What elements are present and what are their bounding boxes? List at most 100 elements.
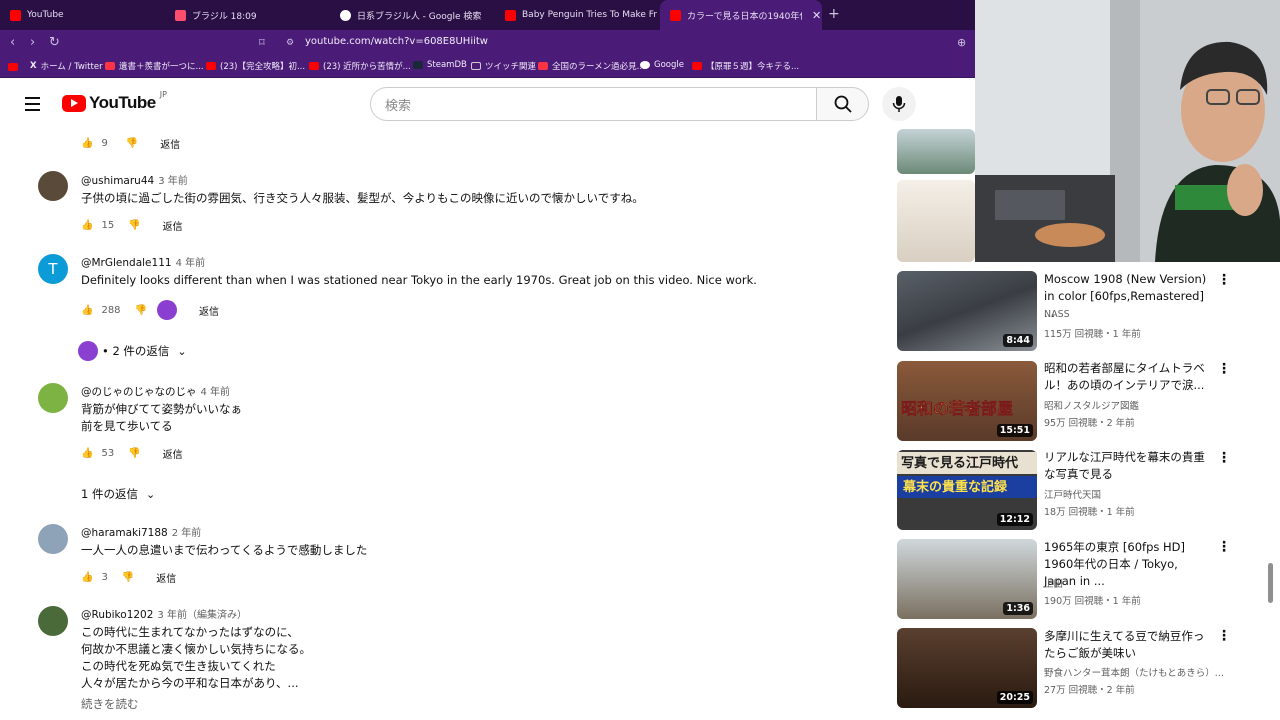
more-options-icon[interactable]: ⋮: [1217, 361, 1231, 377]
scrollbar[interactable]: [1268, 563, 1273, 603]
channel-name[interactable]: 昭和ノスタルジア図鑑: [1044, 398, 1139, 412]
channel-name[interactable]: 江戸時代天国: [1044, 487, 1101, 501]
comment-author[interactable]: @のじゃのじゃなのじゃ 4 年前: [81, 383, 230, 399]
more-options-icon[interactable]: ⋮: [1217, 272, 1231, 288]
dislike-icon[interactable]: 👎: [122, 572, 134, 583]
browser-tab-label: 日系ブラジル人 - Google 検索: [357, 11, 482, 22]
dislike-icon[interactable]: 👎: [135, 305, 147, 316]
bookmark-item[interactable]: 【原罪５週】今キテる...: [692, 60, 799, 72]
channel-name[interactable]: NASS: [1044, 309, 1070, 320]
browser-tab-label: YouTube: [27, 10, 64, 20]
comment-author[interactable]: @haramaki7188 2 年前: [81, 524, 201, 539]
video-title[interactable]: リアルな江戸時代を幕末の貴重な写真で見る: [1044, 449, 1212, 483]
browser-tab-active[interactable]: カラーで見る日本の1940年代 [60fp ✕: [660, 0, 822, 30]
search-button[interactable]: [816, 87, 869, 121]
reply-button[interactable]: 返信: [160, 136, 180, 151]
back-icon[interactable]: ‹: [10, 35, 15, 50]
avatar[interactable]: [38, 606, 68, 636]
video-meta: 27万 回視聴・2 年前: [1044, 685, 1135, 696]
like-icon[interactable]: 👍: [81, 572, 93, 583]
bookmark-item[interactable]: 全国のラーメン過必見...: [538, 60, 645, 72]
comment-text: 前を見て歩いてる: [81, 419, 173, 433]
view-replies-button[interactable]: 1 件の返信 ⌄: [81, 486, 155, 502]
read-more-button[interactable]: 続きを読む: [81, 696, 139, 713]
comment-text: この時代を死ぬ気で生き抜いてくれた: [81, 659, 276, 673]
comment-actions: 👍 288 👎 返信: [81, 300, 219, 320]
bookmark-item[interactable]: 遺書＋羨書が一つに...: [105, 60, 204, 72]
avatar[interactable]: [38, 524, 68, 554]
comment-text: 人々が居たから今の平和な日本があり、...: [81, 676, 299, 690]
chevron-down-icon: ⌄: [177, 344, 187, 358]
voice-search-button[interactable]: [882, 87, 916, 121]
bookmark-item[interactable]: ツイッチ関連: [471, 60, 536, 72]
zoom-icon[interactable]: ⊕: [957, 36, 966, 49]
thumbnail-text: 写真で見る江戸時代: [897, 452, 1037, 474]
comment-author[interactable]: @Rubiko1202 3 年前（編集済み）: [81, 606, 247, 621]
avatar[interactable]: T: [38, 254, 68, 284]
comment-author[interactable]: @ushimaru44 3 年前: [81, 172, 188, 187]
youtube-bookmark-icon[interactable]: [8, 63, 22, 71]
reply-button[interactable]: 返信: [163, 446, 183, 461]
url-field[interactable]: youtube.com/watch?v=608E8UHiitw: [305, 36, 488, 47]
thumbnail-text: 昭和の若者部屋: [901, 399, 1014, 419]
browser-tab-google-search[interactable]: 日系ブラジル人 - Google 検索: [330, 0, 495, 30]
youtube-play-icon: [62, 94, 86, 112]
webcam-overlay: [975, 0, 1280, 262]
chevron-down-icon: ⌄: [145, 487, 156, 501]
browser-tab-label: カラーで見る日本の1940年代 [60fp: [687, 11, 802, 22]
youtube-logo[interactable]: YouTube JP: [62, 90, 167, 113]
new-tab-icon[interactable]: +: [828, 6, 840, 22]
channel-name[interactable]: 野食ハンター茸本朗（たけもとあきら）...: [1044, 665, 1234, 679]
site-info-icon[interactable]: ⚙: [286, 38, 294, 48]
like-count: 53: [101, 448, 115, 459]
channel-name[interactable]: 上田: [1044, 576, 1063, 590]
like-icon[interactable]: 👍: [81, 305, 93, 316]
close-tab-icon[interactable]: ✕: [812, 9, 821, 22]
reply-button[interactable]: 返信: [163, 218, 183, 233]
dislike-icon[interactable]: 👎: [128, 448, 140, 459]
reload-icon[interactable]: ↻: [49, 35, 60, 50]
comment-author[interactable]: @MrGlendale111 4 年前: [81, 254, 205, 269]
like-icon[interactable]: 👍: [81, 138, 93, 149]
like-icon[interactable]: 👍: [81, 448, 93, 459]
reply-button[interactable]: 返信: [156, 570, 176, 585]
bookmark-item[interactable]: SteamDB: [413, 60, 467, 70]
video-thumbnail[interactable]: [897, 129, 975, 174]
comment-actions: 👍 3 👎 返信: [81, 570, 176, 585]
video-thumbnail[interactable]: 20:25: [897, 628, 1037, 708]
bookmark-item[interactable]: (23)【完全攻略】初...: [206, 60, 305, 72]
bookmark-item[interactable]: Google: [640, 60, 684, 70]
like-icon[interactable]: 👍: [81, 220, 93, 231]
like-count: 288: [101, 304, 121, 316]
view-replies-button[interactable]: • 2 件の返信 ⌄: [78, 341, 187, 361]
video-title[interactable]: 多摩川に生えてる豆で納豆作ったらご飯が美味い: [1044, 628, 1212, 662]
video-thumbnail[interactable]: 1:36: [897, 539, 1037, 619]
browser-tab-penguin[interactable]: Baby Penguin Tries To Make Friends |: [495, 0, 657, 30]
dislike-icon[interactable]: 👎: [126, 138, 138, 149]
video-thumbnail[interactable]: [897, 180, 975, 262]
dislike-icon[interactable]: 👎: [128, 220, 140, 231]
video-title[interactable]: 1965年の東京 [60fps HD] 1960年代の日本 / Tokyo, J…: [1044, 539, 1212, 590]
bookmark-item[interactable]: X ホーム / Twitter: [30, 60, 103, 72]
video-title[interactable]: 昭和の若者部屋にタイムトラベル！あの頃のインテリアで涙...: [1044, 360, 1212, 394]
avatar[interactable]: [38, 171, 68, 201]
forward-icon[interactable]: ›: [30, 35, 35, 50]
search-input[interactable]: 検索: [370, 87, 817, 121]
x-icon: X: [30, 61, 37, 71]
more-options-icon[interactable]: ⋮: [1217, 628, 1231, 644]
avatar[interactable]: [38, 383, 68, 413]
menu-icon[interactable]: [25, 97, 40, 115]
video-meta: 190万 回視聴・1 年前: [1044, 596, 1141, 607]
video-duration: 20:25: [996, 691, 1033, 704]
video-thumbnail[interactable]: 8:44: [897, 271, 1037, 351]
browser-tab-youtube[interactable]: YouTube: [0, 0, 165, 30]
video-thumbnail[interactable]: 写真で見る江戸時代 幕末の貴重な記録 12:12: [897, 450, 1037, 530]
reply-button[interactable]: 返信: [199, 303, 219, 318]
bookmark-star-icon[interactable]: ⌑: [259, 36, 265, 49]
more-options-icon[interactable]: ⋮: [1217, 450, 1231, 466]
browser-tab-brazil[interactable]: ブラジル 18:09: [165, 0, 330, 30]
video-thumbnail[interactable]: 昭和の若者部屋 15:51: [897, 361, 1037, 441]
comment-text: Definitely looks different than when I w…: [81, 273, 757, 287]
bookmark-item[interactable]: (23) 近所から苦情が...: [309, 60, 411, 72]
more-options-icon[interactable]: ⋮: [1217, 539, 1231, 555]
